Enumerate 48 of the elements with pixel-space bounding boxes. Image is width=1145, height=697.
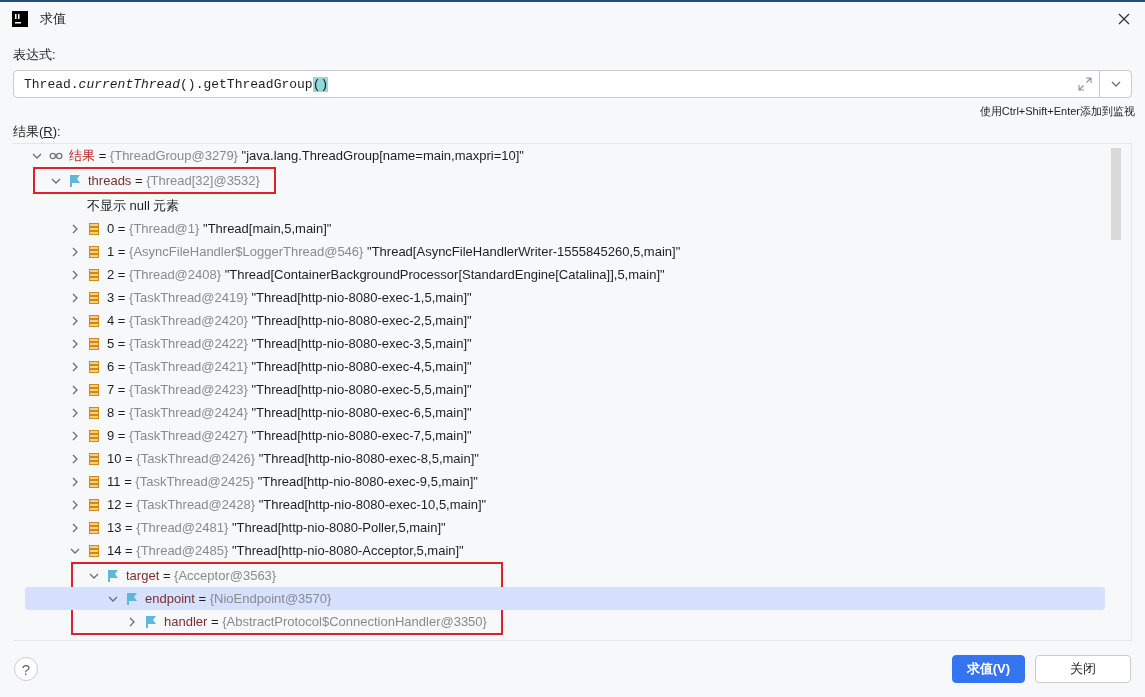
stack-icon <box>87 382 101 397</box>
tree-node-label[interactable]: 0 = {Thread@1} "Thread[main,5,main]" <box>107 221 332 236</box>
tree-node-label[interactable]: 12 = {TaskThread@2428} "Thread[http-nio-8080-exec-10,5,main]" <box>107 497 487 512</box>
close-button[interactable]: 关闭 <box>1035 655 1131 683</box>
flag-icon <box>68 173 82 188</box>
stack-icon <box>87 497 101 512</box>
tree-node-label[interactable]: 3 = {TaskThread@2419} "Thread[http-nio-8080-exec-1,5,main]" <box>107 290 472 305</box>
stack-icon <box>87 543 101 558</box>
help-button[interactable]: ? <box>14 657 38 681</box>
tree-node-label[interactable]: 6 = {TaskThread@2421} "Thread[http-nio-8080-exec-4,5,main]" <box>107 359 472 374</box>
stack-icon <box>87 336 101 351</box>
scrollbar[interactable] <box>1111 148 1121 240</box>
tree-node-label[interactable]: 8 = {TaskThread@2424} "Thread[http-nio-8080-exec-6,5,main]" <box>107 405 472 420</box>
stack-icon <box>87 244 101 259</box>
tree-note: 不显示 null 元素 <box>87 196 180 215</box>
tree-node-label[interactable]: 10 = {TaskThread@2426} "Thread[http-nio-8080-exec-8,5,main]" <box>107 451 479 466</box>
tree-node-label[interactable]: 4 = {TaskThread@2420} "Thread[http-nio-8080-exec-2,5,main]" <box>107 313 472 328</box>
stack-icon <box>87 267 101 282</box>
flag-icon <box>106 568 120 583</box>
stack-icon <box>87 313 101 328</box>
flag-icon <box>125 591 139 606</box>
result-label: 结果(R): <box>13 123 62 141</box>
tree-node-label[interactable]: 11 = {TaskThread@2425} "Thread[http-nio-8080-exec-9,5,main]" <box>107 474 478 489</box>
flag-icon <box>144 614 158 629</box>
stack-icon <box>87 474 101 489</box>
window-title: 求值 <box>40 10 67 28</box>
tree-node-label[interactable]: handler = {AbstractProtocol$ConnectionHandler@3350} <box>164 614 487 629</box>
stack-icon <box>87 221 101 236</box>
stack-icon <box>87 520 101 535</box>
tree-node-label[interactable]: 5 = {TaskThread@2422} "Thread[http-nio-8080-exec-3,5,main]" <box>107 336 472 351</box>
tree-node-label[interactable]: threads = {Thread[32]@3532} <box>88 173 260 188</box>
stack-icon <box>87 290 101 305</box>
tree-node-label[interactable]: 14 = {Thread@2485} "Thread[http-nio-8080-Acceptor,5,main]" <box>107 543 464 558</box>
tree-node-label[interactable]: 9 = {TaskThread@2427} "Thread[http-nio-8080-exec-7,5,main]" <box>107 428 472 443</box>
tree-node-label[interactable]: 1 = {AsyncFileHandler$LoggerThread@546} "Thread[AsyncFileHandlerWriter-1555845260,5,main]" <box>107 244 681 259</box>
tree-node-label[interactable]: target = {Acceptor@3563} <box>126 568 277 583</box>
tree-node-label[interactable]: 2 = {Thread@2408} "Thread[ContainerBackgroundProcessor[StandardEngine[Catalina]],5,main]" <box>107 267 665 282</box>
evaluate-button[interactable]: 求值(V) <box>951 655 1025 683</box>
tree-node-label[interactable]: 结果 = {ThreadGroup@3279} "java.lang.ThreadGroup[name=main,maxpri=10]" <box>69 146 524 165</box>
tree-node-label[interactable]: 13 = {Thread@2481} "Thread[http-nio-8080-Poller,5,main]" <box>107 520 446 535</box>
stack-icon <box>87 428 101 443</box>
hint-text: 使用Ctrl+Shift+Enter添加到监视 <box>979 104 1135 119</box>
stack-icon <box>87 359 101 374</box>
stack-icon <box>87 405 101 420</box>
tree-node-label[interactable]: 7 = {TaskThread@2423} "Thread[http-nio-8080-exec-5,5,main]" <box>107 382 472 397</box>
tree-node-label[interactable]: endpoint = {NioEndpoint@3570} <box>145 591 332 606</box>
stack-icon <box>87 451 101 466</box>
expression-label: 表达式: <box>13 46 57 64</box>
